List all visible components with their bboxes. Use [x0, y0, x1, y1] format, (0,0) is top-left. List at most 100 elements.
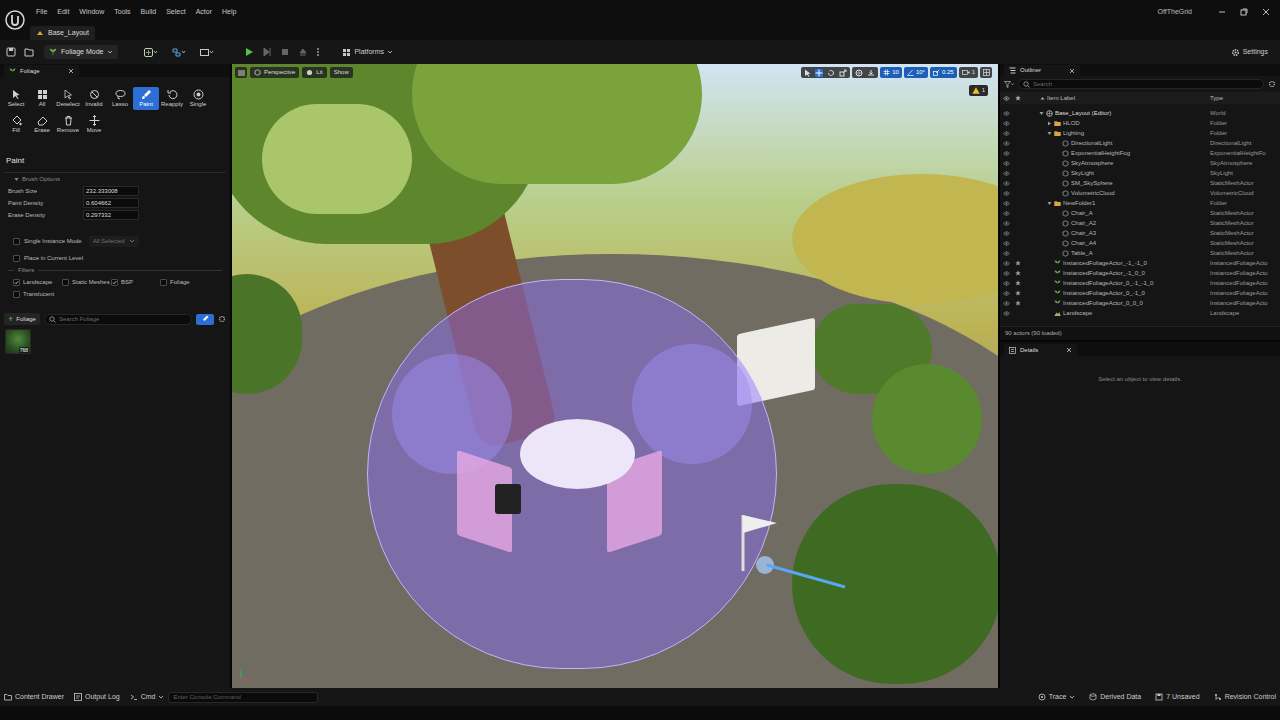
checkbox[interactable]	[13, 238, 20, 245]
tool-button[interactable]: Deselect	[55, 87, 81, 110]
expand-arrow-icon[interactable]	[1046, 200, 1052, 206]
checkbox[interactable]	[62, 279, 69, 286]
outliner-row[interactable]: SM_SkySphereStaticMeshActor	[1000, 178, 1280, 188]
surface-snap-icon[interactable]	[867, 69, 875, 77]
outliner-row[interactable]: Chair_A2StaticMeshActor	[1000, 218, 1280, 228]
expand-arrow-icon[interactable]	[1054, 160, 1060, 166]
expand-arrow-icon[interactable]	[1054, 220, 1060, 226]
tool-button[interactable]: Remove	[55, 113, 81, 136]
outliner-row[interactable]: InstancedFoliageActor_0_-1_-1_0Instanced…	[1000, 278, 1280, 288]
close-tab-icon[interactable]	[1066, 347, 1072, 353]
expand-arrow-icon[interactable]	[1054, 180, 1060, 186]
cinematics-icon[interactable]	[200, 48, 214, 57]
foliage-type-thumbnail[interactable]: 768	[5, 329, 31, 354]
tool-button[interactable]: Paint	[133, 87, 159, 110]
tool-button[interactable]: Select	[3, 87, 29, 110]
outliner-row[interactable]: Table_AStaticMeshActor	[1000, 248, 1280, 258]
add-actor-icon[interactable]	[144, 48, 158, 57]
console-field[interactable]	[168, 692, 318, 703]
more-options-icon[interactable]	[316, 47, 320, 57]
expand-arrow-icon[interactable]	[1046, 290, 1052, 296]
tool-button[interactable]: Lasso	[107, 87, 133, 110]
status-right-item[interactable]: 7 Unsaved	[1155, 692, 1199, 703]
outliner-row[interactable]: Chair_A3StaticMeshActor	[1000, 228, 1280, 238]
visibility-eye-icon[interactable]	[1000, 241, 1012, 246]
visibility-eye-icon[interactable]	[1000, 201, 1012, 206]
outliner-row[interactable]: HLODFolder	[1000, 118, 1280, 128]
outliner-row[interactable]: InstancedFoliageActor_0_0_0InstancedFoli…	[1000, 298, 1280, 308]
tool-button[interactable]: Move	[81, 113, 107, 136]
foliage-tab[interactable]: Foliage	[4, 65, 79, 77]
blueprint-icon[interactable]	[172, 48, 186, 57]
play-icon[interactable]	[244, 47, 254, 57]
view-mode-button[interactable]: Lit	[302, 67, 326, 78]
stop-icon[interactable]	[280, 47, 290, 57]
player-start-icon[interactable]	[737, 509, 847, 589]
camera-speed-button[interactable]: 1	[959, 67, 978, 78]
tool-button[interactable]: Fill	[3, 113, 29, 136]
tool-button[interactable]: Single	[185, 87, 211, 110]
minimize-icon[interactable]	[1218, 8, 1226, 16]
outliner-row[interactable]: InstancedFoliageActor_-1_0_0InstancedFol…	[1000, 268, 1280, 278]
menu-item[interactable]: Edit	[52, 7, 74, 18]
gear-icon[interactable]	[1268, 80, 1276, 88]
menu-item[interactable]: Build	[136, 7, 162, 18]
visibility-eye-icon[interactable]	[1000, 251, 1012, 256]
add-foliage-button[interactable]: + Foliage	[4, 313, 40, 325]
view-type-button[interactable]: Perspective	[250, 67, 299, 78]
outliner-row[interactable]: SkyLightSkyLight	[1000, 168, 1280, 178]
filter-option[interactable]: Static Meshes	[62, 278, 111, 287]
visibility-eye-icon[interactable]	[1000, 311, 1012, 316]
outliner-row[interactable]: ExponentialHeightFogExponentialHeightFo	[1000, 148, 1280, 158]
outliner-row[interactable]: InstancedFoliageActor_-1_-1_0InstancedFo…	[1000, 258, 1280, 268]
expand-arrow-icon[interactable]	[1046, 270, 1052, 276]
status-output-log-button[interactable]: Output Log	[74, 692, 120, 703]
foliage-search-input[interactable]	[59, 315, 187, 324]
settings-button[interactable]: Settings	[1231, 47, 1268, 58]
menu-item[interactable]: Tools	[109, 7, 135, 18]
unreal-logo-icon[interactable]	[0, 0, 30, 40]
viewport-menu-button[interactable]	[235, 67, 247, 78]
visibility-eye-icon[interactable]	[1000, 121, 1012, 126]
visibility-eye-icon[interactable]	[1000, 291, 1012, 296]
select-tool-icon[interactable]	[804, 69, 811, 77]
filter-icon[interactable]	[1004, 81, 1014, 88]
paint-mode-toggle[interactable]	[196, 314, 214, 325]
outliner-row[interactable]: Base_Layout (Editor)World	[1000, 108, 1280, 118]
expand-arrow-icon[interactable]	[1054, 150, 1060, 156]
outliner-tab[interactable]: Outliner	[1004, 65, 1080, 76]
document-tab[interactable]: Base_Layout	[30, 26, 95, 40]
status-right-item[interactable]: Trace	[1038, 692, 1076, 703]
close-icon[interactable]	[1262, 8, 1270, 16]
visibility-eye-icon[interactable]	[1000, 231, 1012, 236]
expand-arrow-icon[interactable]	[1054, 210, 1060, 216]
filter-option[interactable]: Landscape	[13, 278, 62, 287]
console-input[interactable]	[173, 693, 313, 702]
status-cmd-button[interactable]: Cmd	[130, 692, 165, 703]
field-input[interactable]: 232.333008	[83, 186, 139, 196]
warning-badge[interactable]: 1	[969, 85, 988, 96]
grid-snap-button[interactable]: 10	[880, 67, 902, 78]
instance-mode-dropdown[interactable]: All Selected	[89, 236, 139, 247]
expand-arrow-icon[interactable]	[1054, 140, 1060, 146]
checkbox[interactable]	[13, 291, 20, 298]
visibility-eye-icon[interactable]	[1000, 111, 1012, 116]
menu-item[interactable]: Select	[161, 7, 190, 18]
level-viewport[interactable]: Perspective Lit Show 10	[232, 64, 998, 688]
outliner-row[interactable]: InstancedFoliageActor_0_-1_0InstancedFol…	[1000, 288, 1280, 298]
expand-arrow-icon[interactable]	[1046, 280, 1052, 286]
visibility-eye-icon[interactable]	[1000, 191, 1012, 196]
world-space-icon[interactable]	[855, 69, 863, 77]
column-label[interactable]: Type	[1210, 94, 1280, 103]
visibility-eye-icon[interactable]	[1000, 181, 1012, 186]
expand-arrow-icon[interactable]	[1046, 130, 1052, 136]
close-tab-icon[interactable]	[1069, 68, 1075, 74]
expand-arrow-icon[interactable]	[1046, 260, 1052, 266]
visibility-eye-icon[interactable]	[1000, 151, 1012, 156]
visibility-eye-icon[interactable]	[1000, 171, 1012, 176]
step-icon[interactable]	[262, 47, 272, 57]
layout-button[interactable]	[980, 67, 992, 78]
visibility-eye-icon[interactable]	[1000, 161, 1012, 166]
menu-item[interactable]: Help	[217, 7, 241, 18]
show-flags-button[interactable]: Show	[330, 67, 353, 78]
